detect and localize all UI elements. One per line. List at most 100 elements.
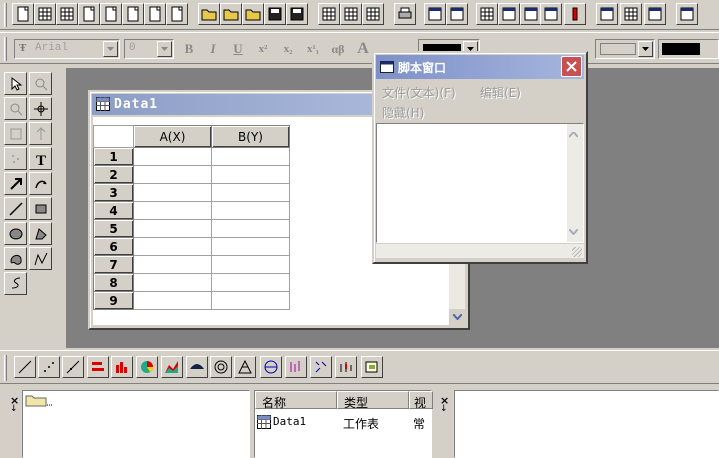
draw-data-tool[interactable] (4, 147, 27, 170)
scroll-up-button[interactable] (568, 128, 579, 141)
refresh-button[interactable] (446, 3, 468, 25)
table-cell[interactable] (133, 255, 212, 274)
smith-chart-button[interactable] (260, 356, 282, 378)
table-cell[interactable] (133, 201, 212, 220)
line-symbol-button[interactable] (62, 356, 84, 378)
row-header[interactable]: 3 (93, 183, 134, 202)
scatter-plot-button[interactable] (38, 356, 60, 378)
folder-icon[interactable] (25, 393, 55, 407)
open-button[interactable] (198, 3, 220, 25)
table-cell[interactable] (211, 201, 290, 220)
fill-color-combo[interactable] (658, 39, 719, 59)
table-row[interactable]: 7 (93, 255, 290, 274)
table-cell[interactable] (211, 183, 290, 202)
open-excel-button[interactable] (242, 3, 264, 25)
template-library-button[interactable] (361, 356, 383, 378)
column-header-a[interactable]: A(X) (133, 125, 212, 148)
new-function-button[interactable] (122, 3, 144, 25)
text-tool[interactable]: T (29, 147, 52, 170)
rectangle-tool[interactable] (29, 197, 52, 220)
font-size-combo[interactable]: 0 (124, 39, 174, 59)
format-toolbar-grip[interactable] (4, 37, 7, 61)
greek-button[interactable]: αβ (327, 38, 349, 60)
header-type[interactable]: 类型 (337, 391, 409, 410)
new-worksheet-button[interactable] (34, 3, 56, 25)
toolbar-grip[interactable] (4, 3, 7, 27)
polygon-tool[interactable] (29, 222, 52, 245)
table-cell[interactable] (211, 165, 290, 184)
save-template-button[interactable] (286, 3, 308, 25)
save-button[interactable] (264, 3, 286, 25)
table-cell[interactable] (211, 291, 290, 310)
menu-edit[interactable]: 编辑(E) (480, 84, 521, 101)
layer-zoom-button[interactable] (596, 3, 618, 25)
row-header[interactable]: 1 (93, 147, 134, 166)
open-template-button[interactable] (220, 3, 242, 25)
results-log-button[interactable] (498, 3, 520, 25)
table-cell[interactable] (211, 219, 290, 238)
table-cell[interactable] (133, 273, 212, 292)
arrow-tool[interactable] (4, 172, 27, 195)
new-project-button[interactable] (12, 3, 34, 25)
font-combo[interactable]: Ŧ Arial (14, 39, 120, 59)
region-tool[interactable] (4, 247, 27, 270)
new-matrix-button[interactable] (100, 3, 122, 25)
menu-hide[interactable]: 隐藏(H) (382, 104, 424, 121)
table-row[interactable]: 1 (93, 147, 290, 166)
script-window[interactable]: 脚本窗口 文件(文本)(F) 编辑(E) 隐藏(H) (372, 51, 588, 264)
table-row[interactable]: 9 (93, 291, 290, 310)
script-window-button[interactable] (520, 3, 542, 25)
table-cell[interactable] (211, 147, 290, 166)
project-explorer-button[interactable] (476, 3, 498, 25)
polar-plot-button[interactable] (210, 356, 232, 378)
grid-corner[interactable] (93, 125, 134, 148)
hi-lo-close-button[interactable] (285, 356, 307, 378)
subscript-button[interactable]: x₂ (277, 38, 299, 60)
menu-file[interactable]: 文件(文本)(F) (382, 84, 456, 101)
row-header[interactable]: 4 (93, 201, 134, 220)
screen-reader-tool[interactable] (29, 97, 52, 120)
freehand-tool[interactable] (4, 272, 27, 295)
header-view[interactable]: 视 (409, 391, 433, 410)
import-multiple-ascii-button[interactable] (340, 3, 362, 25)
table-cell[interactable] (133, 183, 212, 202)
worksheet-grid[interactable]: A(X) B(Y) 123456789 (93, 125, 290, 310)
line-tool[interactable] (4, 197, 27, 220)
column-header-b[interactable]: B(Y) (211, 125, 290, 148)
italic-button[interactable]: I (202, 38, 224, 60)
row-header[interactable]: 8 (93, 273, 134, 292)
row-header[interactable]: 9 (93, 291, 134, 310)
resize-grip-icon[interactable] (572, 247, 582, 257)
results-log[interactable] (454, 390, 719, 458)
circle-tool[interactable] (4, 222, 27, 245)
list-item[interactable]: Data1 工作表 常 (257, 415, 431, 431)
polyline-tool[interactable] (29, 247, 52, 270)
fill-area-button[interactable] (186, 356, 208, 378)
new-notes-button[interactable] (166, 3, 188, 25)
chevron-down-icon[interactable] (103, 41, 118, 57)
table-cell[interactable] (133, 219, 212, 238)
results-pin[interactable]: ↓ (440, 404, 448, 414)
table-cell[interactable] (211, 237, 290, 256)
script-vscroll[interactable] (567, 124, 583, 242)
graph-toolbar-grip[interactable] (4, 355, 7, 381)
area-plot-button[interactable] (161, 356, 183, 378)
scroll-down-button[interactable] (449, 309, 465, 325)
close-button[interactable] (561, 56, 582, 77)
data-selector-tool[interactable] (4, 122, 27, 145)
chevron-down-icon[interactable] (638, 41, 653, 57)
curved-arrow-tool[interactable] (29, 172, 52, 195)
table-cell[interactable] (133, 237, 212, 256)
table-cell[interactable] (211, 255, 290, 274)
data-reader-tool[interactable] (29, 122, 52, 145)
superscript-button[interactable]: x² (252, 38, 274, 60)
row-header[interactable]: 5 (93, 219, 134, 238)
supsub-button[interactable]: x¹₁ (302, 38, 324, 60)
zoom-out-tool[interactable] (4, 97, 27, 120)
import-wizard-button[interactable] (362, 3, 384, 25)
new-graph-button[interactable] (78, 3, 100, 25)
column-plot-button[interactable] (111, 356, 133, 378)
explorer-pin[interactable]: ↓ (10, 404, 18, 414)
ternary-plot-button[interactable] (234, 356, 256, 378)
code-builder-button[interactable] (540, 3, 562, 25)
